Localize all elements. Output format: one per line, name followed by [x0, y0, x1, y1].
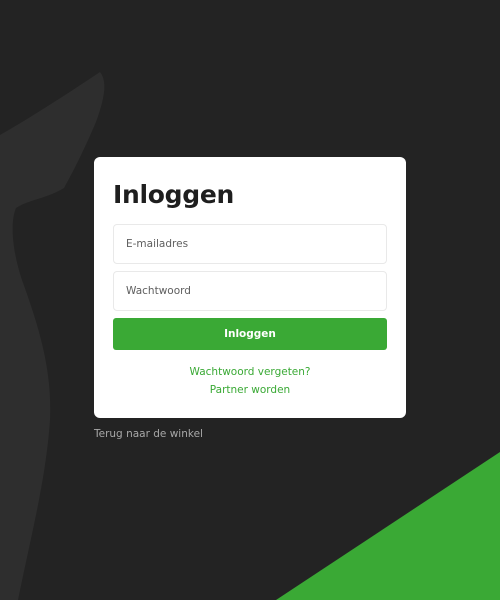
- login-card: Inloggen Inloggen Wachtwoord vergeten? P…: [94, 157, 406, 418]
- background-dark-shape: [0, 72, 105, 600]
- password-field[interactable]: [113, 271, 387, 311]
- email-field[interactable]: [113, 224, 387, 264]
- back-to-shop-link[interactable]: Terug naar de winkel: [94, 427, 203, 441]
- become-partner-link[interactable]: Partner worden: [113, 381, 387, 399]
- login-title: Inloggen: [113, 180, 234, 209]
- background-green-triangle: [276, 452, 500, 600]
- login-button[interactable]: Inloggen: [113, 318, 387, 350]
- forgot-password-link[interactable]: Wachtwoord vergeten?: [113, 363, 387, 381]
- card-links: Wachtwoord vergeten? Partner worden: [113, 363, 387, 399]
